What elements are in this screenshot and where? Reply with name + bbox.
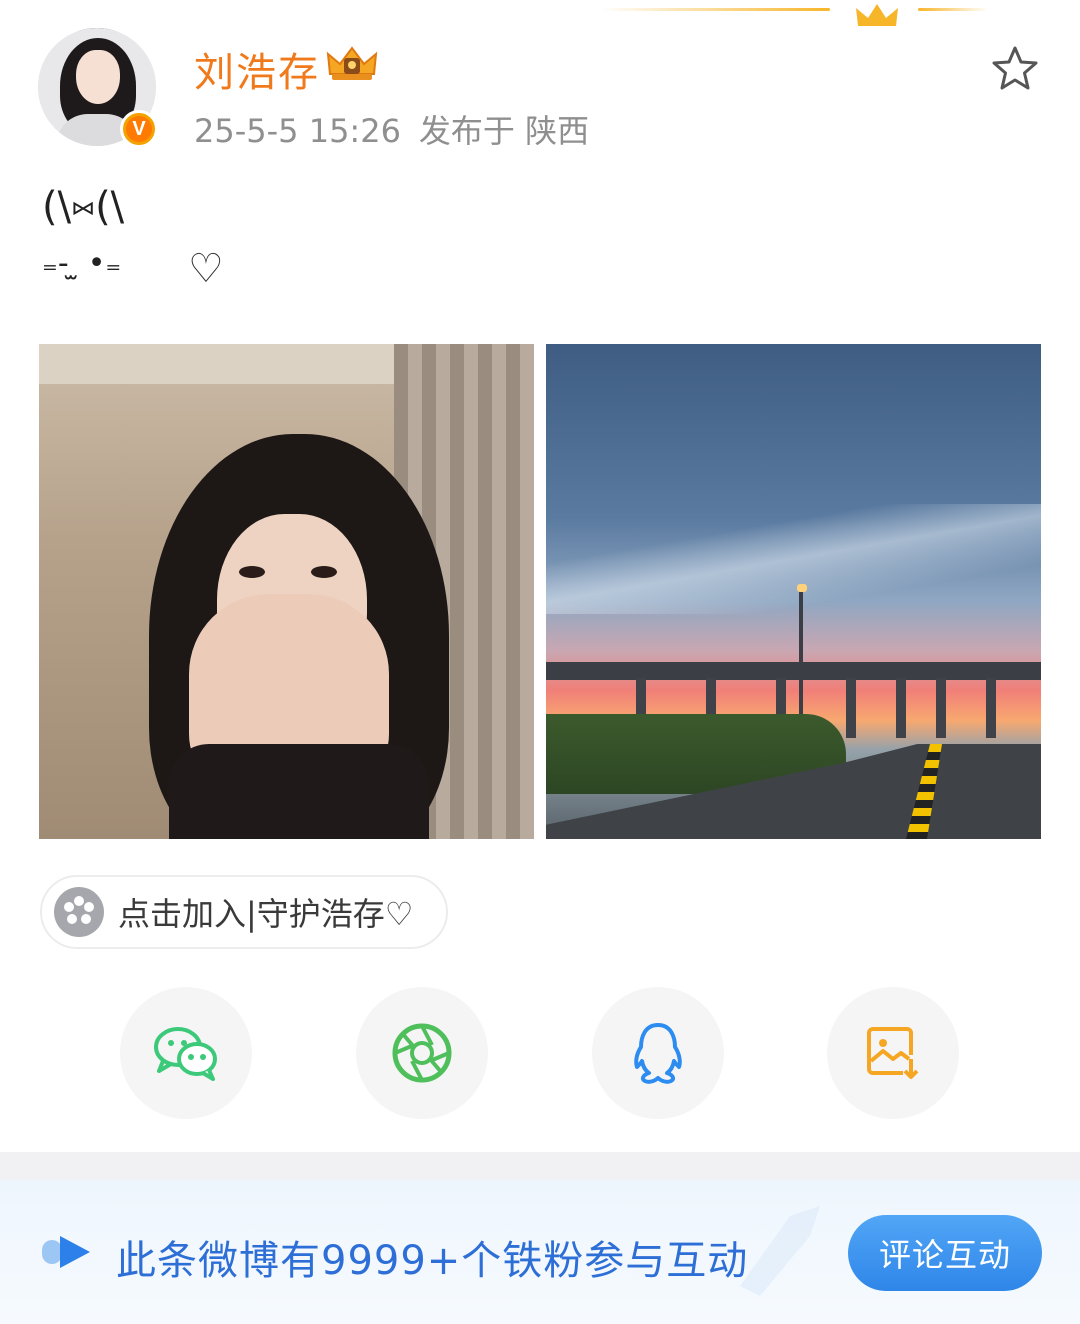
favorite-star-icon[interactable] <box>990 44 1040 92</box>
share-moments-button[interactable] <box>356 987 488 1119</box>
fan-interaction-text: 此条微博有9999+个铁粉参与互动 <box>116 1238 749 1284</box>
qq-icon <box>634 1023 682 1084</box>
super-topic-chip[interactable]: 点击加入|守护浩存♡ <box>40 875 448 949</box>
crown-icon <box>856 4 898 26</box>
save-image-button[interactable] <box>827 987 959 1119</box>
section-divider <box>0 1152 1080 1180</box>
share-wechat-button[interactable] <box>120 987 252 1119</box>
moments-icon <box>392 1023 452 1083</box>
save-image-icon <box>867 1027 919 1079</box>
post-text-line2: ₌- ̫ •₌ <box>42 246 122 281</box>
wechat-icon <box>154 1027 217 1081</box>
crown-vip-icon[interactable] <box>326 44 378 84</box>
comment-interaction-button[interactable]: 评论互动 <box>848 1215 1042 1291</box>
fan-badge-icon <box>42 1236 90 1268</box>
top-decoration <box>600 0 1020 40</box>
verified-badge-icon: V <box>120 110 158 148</box>
post-text-heart: ♡ <box>188 246 224 292</box>
author-name[interactable]: 刘浩存 <box>194 40 320 98</box>
super-topic-label: 点击加入|守护浩存♡ <box>118 895 414 933</box>
share-qq-button[interactable] <box>592 987 724 1119</box>
post-meta: 25-5-5 15:26 发布于 陕西 <box>194 106 589 152</box>
post-text-line1: (\⑅(\ <box>42 184 125 230</box>
super-topic-icon <box>54 887 104 937</box>
fan-interaction-banner: 此条微博有9999+个铁粉参与互动 评论互动 <box>0 1180 1080 1324</box>
post-timestamp: 25-5-5 15:26 <box>194 112 401 150</box>
post-image-2[interactable] <box>546 344 1041 839</box>
post-image-1[interactable] <box>39 344 534 839</box>
post-location: 发布于 陕西 <box>418 112 590 150</box>
